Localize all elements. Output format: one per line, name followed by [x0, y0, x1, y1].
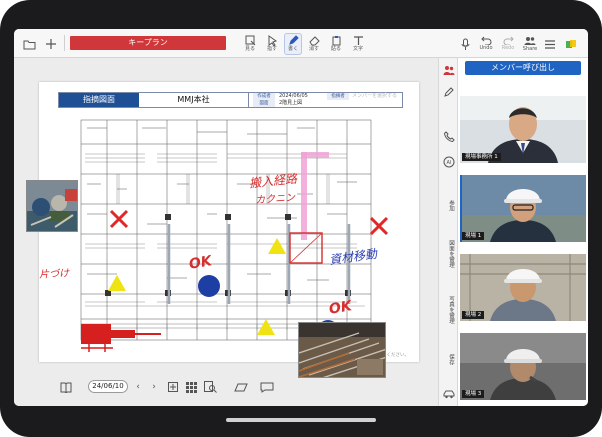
- tool-point-label: 指す: [266, 46, 277, 52]
- x-mark-icon: [109, 209, 129, 229]
- annotation-katazuke: 片づけ: [38, 268, 70, 281]
- tool-view-label: 見る: [244, 46, 255, 52]
- checker-input[interactable]: メンバーを選択する: [352, 93, 397, 100]
- layers-icon[interactable]: [564, 33, 578, 55]
- tool-text-label: 文字: [352, 46, 363, 52]
- phone-icon[interactable]: [441, 128, 457, 144]
- photo-materials[interactable]: [298, 322, 386, 378]
- undo-label: Undo: [479, 45, 493, 51]
- triangle-mark-icon: [108, 275, 126, 291]
- tool-point[interactable]: 指す: [264, 33, 280, 55]
- grid-icon[interactable]: [184, 379, 198, 395]
- app-screen: キープラン 見る 指す 書く 消す 貼る 文字 Undo Redo Share …: [14, 29, 588, 406]
- chevron-left-icon[interactable]: ‹: [132, 379, 144, 395]
- tool-draw-label: 書く: [287, 46, 298, 52]
- sheet-header: 指摘図面 MMJ本社 作成者 2024/06/05 図面 2階見上図 指摘者 メ…: [58, 92, 403, 108]
- triangle-mark-icon: [257, 319, 275, 335]
- call-members-button[interactable]: メンバー呼び出し: [465, 61, 581, 75]
- book-icon[interactable]: [58, 379, 74, 395]
- chevron-right-icon[interactable]: ›: [148, 379, 160, 395]
- car-icon[interactable]: [441, 386, 457, 402]
- tool-paste[interactable]: 貼る: [328, 33, 344, 55]
- page-navigation-bar: 24/06/10 ‹ ›: [54, 377, 280, 397]
- tool-text[interactable]: 文字: [350, 33, 366, 55]
- people-icon: [524, 36, 536, 45]
- circle-mark-icon: [198, 275, 220, 297]
- participant-tile[interactable]: 現場事務所 1: [460, 96, 586, 163]
- date-selector[interactable]: 24/06/10: [88, 380, 128, 393]
- pointer-icon: [268, 35, 277, 46]
- video-call-panel: メンバー呼び出し 現場事務所 1 現場 1 現場 2 現場 3: [458, 58, 588, 406]
- microphone-icon[interactable]: [458, 33, 472, 55]
- divider: [64, 35, 65, 51]
- tool-erase-label: 消す: [308, 46, 319, 52]
- side-tab-strip: AI 参加 図面を管理 写真を管理 保存: [438, 58, 458, 406]
- top-toolbar: キープラン 見る 指す 書く 消す 貼る 文字 Undo Redo Share: [14, 29, 588, 58]
- view-icon: [245, 35, 255, 46]
- tab-save[interactable]: 保存: [444, 354, 454, 365]
- photo-clutter[interactable]: [26, 180, 78, 232]
- sheet-title: 指摘図面: [59, 93, 139, 107]
- checker-label: 指摘者: [327, 93, 349, 100]
- participant-tile[interactable]: 現場 1: [460, 175, 586, 242]
- text-icon: [353, 36, 363, 45]
- folder-icon[interactable]: [22, 33, 36, 55]
- edit-icon[interactable]: [441, 84, 457, 100]
- drawing-sheet: 指摘図面 MMJ本社 作成者 2024/06/05 図面 2階見上図 指摘者 メ…: [39, 82, 419, 362]
- home-indicator: [226, 418, 376, 422]
- tab-photos[interactable]: 写真を管理: [444, 296, 454, 324]
- tablet-frame: キープラン 見る 指す 書く 消す 貼る 文字 Undo Redo Share …: [0, 0, 602, 437]
- tab-join[interactable]: 参加: [444, 200, 454, 211]
- redo-button[interactable]: Redo: [499, 33, 517, 55]
- drawing-canvas[interactable]: 指摘図面 MMJ本社 作成者 2024/06/05 図面 2階見上図 指摘者 メ…: [14, 58, 438, 406]
- red-box-annotation: [289, 232, 323, 264]
- triangle-mark-icon: [268, 238, 286, 254]
- pen-icon: [288, 35, 299, 45]
- participant-tile[interactable]: 現場 2: [460, 254, 586, 321]
- created-date: 2024/06/05: [279, 93, 308, 99]
- eraser-icon: [308, 36, 320, 46]
- route-marker: [301, 152, 307, 240]
- paste-icon: [332, 36, 340, 46]
- route-marker: [301, 152, 329, 158]
- floor-plan-drawing: [80, 119, 372, 341]
- floor-value: 2階見上図: [279, 100, 303, 106]
- created-by-label: 作成者: [253, 93, 275, 100]
- comment-icon[interactable]: [258, 379, 276, 395]
- ai-icon[interactable]: AI: [441, 154, 457, 170]
- add-page-icon[interactable]: [166, 379, 180, 395]
- undo-icon: [480, 36, 491, 45]
- eraser-shape-icon[interactable]: [232, 379, 250, 395]
- tool-view[interactable]: 見る: [242, 33, 258, 55]
- tool-erase[interactable]: 消す: [306, 33, 322, 55]
- undo-button[interactable]: Undo: [477, 33, 495, 55]
- add-icon[interactable]: [44, 33, 58, 55]
- participant-tile[interactable]: 現場 3: [460, 333, 586, 400]
- participant-name: 現場 3: [462, 390, 485, 398]
- annotation-kakunin: カクニン: [254, 192, 296, 207]
- plan-title-button[interactable]: キープラン: [70, 36, 226, 50]
- equipment-sketch: [81, 324, 161, 352]
- sheet-company: MMJ本社: [139, 93, 249, 107]
- redo-icon: [503, 36, 514, 45]
- share-button[interactable]: Share: [521, 33, 539, 55]
- participant-name: 現場 2: [462, 311, 485, 319]
- tab-drawings[interactable]: 図面を管理: [444, 240, 454, 268]
- share-label: Share: [522, 45, 538, 52]
- participant-name: 現場事務所 1: [462, 153, 501, 161]
- menu-icon[interactable]: [544, 33, 556, 55]
- x-mark-icon: [369, 216, 389, 236]
- tool-paste-label: 貼る: [330, 46, 341, 52]
- tool-draw[interactable]: 書く: [284, 33, 302, 55]
- floor-label: 図面: [253, 100, 275, 107]
- participant-name: 現場 1: [462, 232, 485, 240]
- ai-label: AI: [447, 160, 452, 166]
- redo-label: Redo: [501, 45, 515, 51]
- zoom-page-icon[interactable]: [202, 379, 218, 395]
- member-icon[interactable]: [441, 62, 457, 78]
